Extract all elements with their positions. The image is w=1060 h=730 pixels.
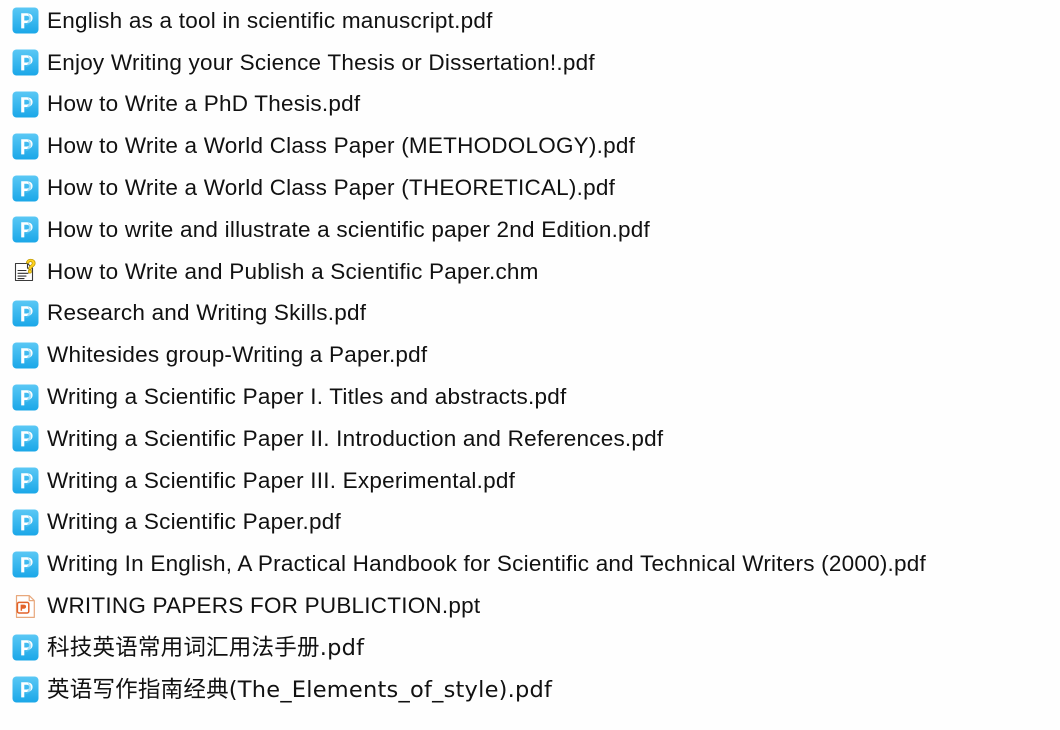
file-row[interactable]: Research and Writing Skills.pdf <box>0 293 1060 335</box>
file-name-label: Research and Writing Skills.pdf <box>47 300 367 326</box>
file-row[interactable]: Writing a Scientific Paper III. Experime… <box>0 460 1060 502</box>
pdf-foxit-icon <box>12 7 39 34</box>
pdf-foxit-icon <box>12 676 39 703</box>
file-name-label: English as a tool in scientific manuscri… <box>47 7 493 33</box>
file-name-label: Enjoy Writing your Science Thesis or Dis… <box>47 49 595 75</box>
file-row[interactable]: Writing a Scientific Paper.pdf <box>0 502 1060 544</box>
pdf-foxit-icon <box>12 384 39 411</box>
powerpoint-file-icon <box>15 594 35 618</box>
pdf-foxit-icon <box>12 175 39 202</box>
pdf-foxit-icon <box>12 384 39 411</box>
pdf-foxit-icon <box>12 425 39 452</box>
pdf-foxit-icon <box>12 216 39 243</box>
pdf-foxit-icon <box>12 634 39 661</box>
file-name-label: Writing a Scientific Paper.pdf <box>47 509 341 535</box>
file-name-label: WRITING PAPERS FOR PUBLICTION.ppt <box>47 593 481 619</box>
file-row[interactable]: How to Write a World Class Paper (THEORE… <box>0 167 1060 209</box>
file-name-label: Writing In English, A Practical Handbook… <box>47 551 926 577</box>
file-name-label: How to Write a World Class Paper (THEORE… <box>47 175 616 201</box>
file-name-label: Writing a Scientific Paper III. Experime… <box>47 467 516 493</box>
pdf-foxit-icon <box>12 300 39 327</box>
file-row[interactable]: Writing In English, A Practical Handbook… <box>0 543 1060 585</box>
pdf-foxit-icon <box>12 175 39 202</box>
pdf-foxit-icon <box>12 91 39 118</box>
pdf-foxit-icon <box>12 467 39 494</box>
file-row[interactable]: Writing a Scientific Paper II. Introduct… <box>0 418 1060 460</box>
pdf-foxit-icon <box>12 342 39 369</box>
file-name-label: How to Write a World Class Paper (METHOD… <box>47 133 636 159</box>
file-name-label: Writing a Scientific Paper I. Titles and… <box>47 384 567 410</box>
file-row[interactable]: How to Write a PhD Thesis.pdf <box>0 84 1060 126</box>
pdf-foxit-icon <box>12 7 39 34</box>
pdf-foxit-icon <box>12 91 39 118</box>
pdf-foxit-icon <box>12 509 39 536</box>
file-row[interactable]: Enjoy Writing your Science Thesis or Dis… <box>0 42 1060 84</box>
file-name-label: 英语写作指南经典(The_Elements_of_style).pdf <box>47 676 553 703</box>
file-row[interactable]: Whitesides group-Writing a Paper.pdf <box>0 334 1060 376</box>
pdf-foxit-icon <box>12 133 39 160</box>
file-name-label: Whitesides group-Writing a Paper.pdf <box>47 342 428 368</box>
file-name-label: How to Write and Publish a Scientific Pa… <box>47 258 539 284</box>
pdf-foxit-icon <box>12 300 39 327</box>
pdf-foxit-icon <box>12 467 39 494</box>
file-row[interactable]: 英语写作指南经典(The_Elements_of_style).pdf <box>0 669 1060 711</box>
pdf-foxit-icon <box>12 551 39 578</box>
pdf-foxit-icon <box>12 216 39 243</box>
file-name-label: How to write and illustrate a scientific… <box>47 216 651 242</box>
chm-help-icon <box>14 259 36 282</box>
file-name-label: 科技英语常用词汇用法手册.pdf <box>47 634 365 661</box>
pdf-foxit-icon <box>12 133 39 160</box>
pdf-foxit-icon <box>12 634 39 661</box>
chm-help-icon <box>12 258 39 285</box>
file-row[interactable]: WRITING PAPERS FOR PUBLICTION.ppt <box>0 585 1060 627</box>
pdf-foxit-icon <box>12 425 39 452</box>
pdf-foxit-icon <box>12 342 39 369</box>
file-row[interactable]: How to Write a World Class Paper (METHOD… <box>0 125 1060 167</box>
pdf-foxit-icon <box>12 49 39 76</box>
powerpoint-file-icon <box>12 593 39 620</box>
pdf-foxit-icon <box>12 551 39 578</box>
file-row[interactable]: 科技英语常用词汇用法手册.pdf <box>0 627 1060 669</box>
file-row[interactable]: How to write and illustrate a scientific… <box>0 209 1060 251</box>
file-name-label: How to Write a PhD Thesis.pdf <box>47 91 361 117</box>
file-row[interactable]: How to Write and Publish a Scientific Pa… <box>0 251 1060 293</box>
file-row[interactable]: English as a tool in scientific manuscri… <box>0 0 1060 42</box>
pdf-foxit-icon <box>12 49 39 76</box>
file-row[interactable]: Writing a Scientific Paper I. Titles and… <box>0 376 1060 418</box>
pdf-foxit-icon <box>12 676 39 703</box>
pdf-foxit-icon <box>12 509 39 536</box>
file-list[interactable]: English as a tool in scientific manuscri… <box>0 0 1060 730</box>
file-name-label: Writing a Scientific Paper II. Introduct… <box>47 425 664 451</box>
